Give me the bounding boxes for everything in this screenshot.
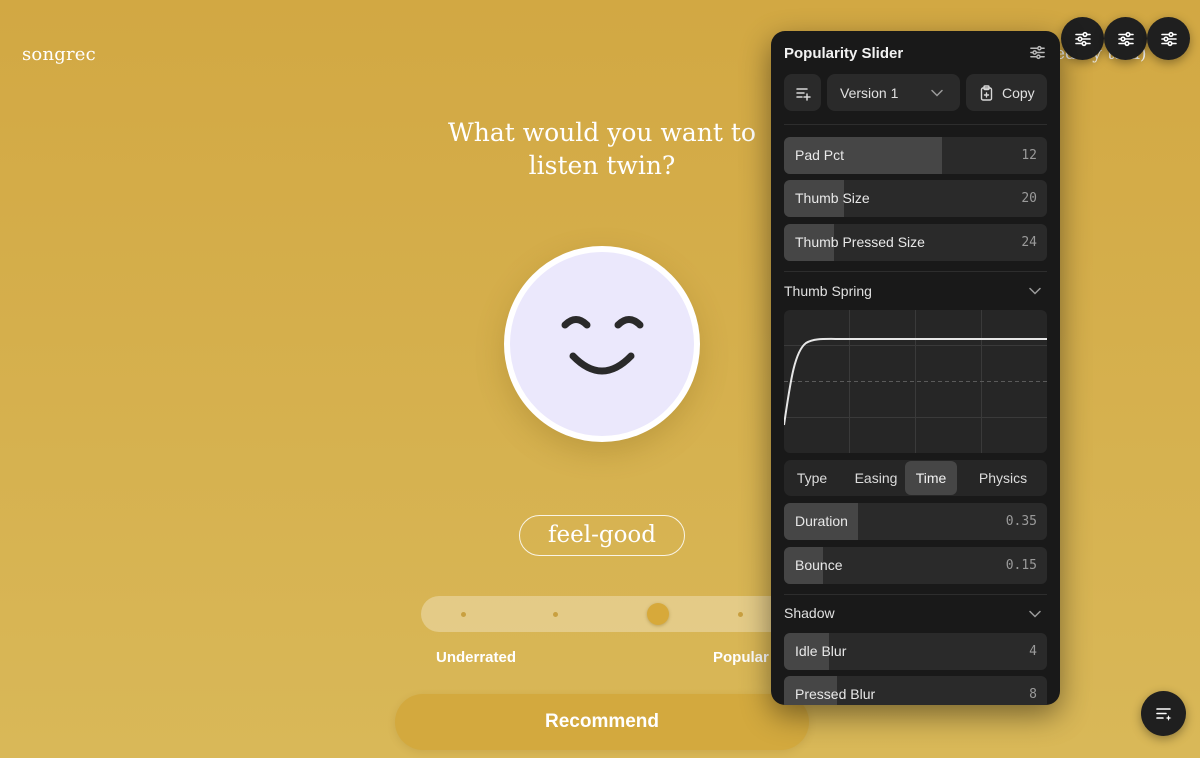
sliders-icon	[1160, 31, 1177, 46]
slider-label: Idle Blur	[795, 643, 847, 659]
mood-tag[interactable]: feel-good	[519, 515, 685, 556]
thumb-spring-heading[interactable]: Thumb Spring	[784, 283, 872, 299]
chevron-down-icon[interactable]	[1029, 610, 1041, 618]
settings-panel: Popularity Slider Version 1 Copy Pad Pct…	[771, 31, 1060, 705]
slider-label: Thumb Pressed Size	[795, 234, 925, 250]
sliders-icon	[1074, 31, 1091, 46]
slider-tick	[738, 611, 743, 617]
panel-title: Popularity Slider	[784, 45, 904, 62]
chevron-down-icon[interactable]	[1029, 287, 1041, 295]
slider-value: 8	[1029, 687, 1037, 702]
spring-curve-graph	[784, 310, 1047, 453]
slider-value: 0.15	[1005, 558, 1037, 573]
tab-time[interactable]: Time	[905, 461, 957, 495]
slider-tick	[553, 611, 558, 617]
spring-mode-tabs: Type Easing Time Physics	[784, 460, 1047, 496]
slider-label: Duration	[795, 513, 848, 529]
tweak-panel-button[interactable]	[1147, 17, 1190, 60]
slider-value: 4	[1029, 644, 1037, 659]
presets-button[interactable]	[1141, 691, 1186, 736]
mood-face	[504, 246, 700, 442]
chevron-down-icon	[931, 89, 943, 97]
duration-slider[interactable]: Duration 0.35	[784, 503, 1047, 540]
copy-label: Copy	[1002, 84, 1035, 101]
list-sparkle-icon	[1155, 707, 1171, 721]
smiling-face-icon	[561, 316, 644, 375]
slider-label: Pressed Blur	[795, 686, 876, 702]
slider-value: 0.35	[1005, 514, 1037, 529]
brand-logo: songrec	[22, 44, 96, 65]
copy-button[interactable]: Copy	[966, 74, 1047, 111]
list-add-icon	[795, 87, 811, 101]
slider-label: Bounce	[795, 557, 843, 573]
slider-left-label: Underrated	[436, 649, 517, 666]
add-preset-button[interactable]	[784, 74, 821, 111]
tab-physics[interactable]: Physics	[966, 460, 1040, 496]
slider-value: 24	[1021, 235, 1037, 250]
thumb-size-slider[interactable]: Thumb Size 20	[784, 180, 1047, 217]
page-question: What would you want to listen twin?	[448, 118, 756, 180]
slider-tick	[461, 611, 466, 617]
panel-divider	[784, 594, 1047, 595]
clipboard-icon	[980, 84, 993, 101]
tab-easing[interactable]: Easing	[844, 460, 908, 496]
sliders-icon	[1030, 45, 1045, 60]
slider-value: 12	[1021, 148, 1037, 163]
sliders-icon	[1117, 31, 1134, 46]
thumb-pressed-size-slider[interactable]: Thumb Pressed Size 24	[784, 224, 1047, 261]
slider-value: 20	[1021, 191, 1037, 206]
shadow-heading[interactable]: Shadow	[784, 605, 835, 621]
slider-label: Thumb Size	[795, 190, 870, 206]
version-select[interactable]: Version 1	[827, 74, 960, 111]
pad-pct-slider[interactable]: Pad Pct 12	[784, 137, 1047, 174]
popularity-slider[interactable]	[421, 596, 793, 632]
pressed-blur-slider[interactable]: Pressed Blur 8	[784, 676, 1047, 705]
bounce-slider[interactable]: Bounce 0.15	[784, 547, 1047, 584]
spring-curve	[784, 310, 1047, 453]
panel-divider	[784, 124, 1047, 125]
panel-divider	[784, 271, 1047, 272]
slider-label: Pad Pct	[795, 147, 845, 163]
recommend-button[interactable]: Recommend	[395, 694, 809, 750]
slider-thumb[interactable]	[647, 603, 669, 625]
tweak-panel-button[interactable]	[1061, 17, 1104, 60]
tweak-panel-button[interactable]	[1104, 17, 1147, 60]
panel-settings-button[interactable]	[1029, 44, 1046, 66]
idle-blur-slider[interactable]: Idle Blur 4	[784, 633, 1047, 670]
tab-type[interactable]: Type	[784, 460, 840, 496]
slider-right-label: Popular	[713, 649, 769, 666]
version-select-label: Version 1	[840, 84, 899, 101]
